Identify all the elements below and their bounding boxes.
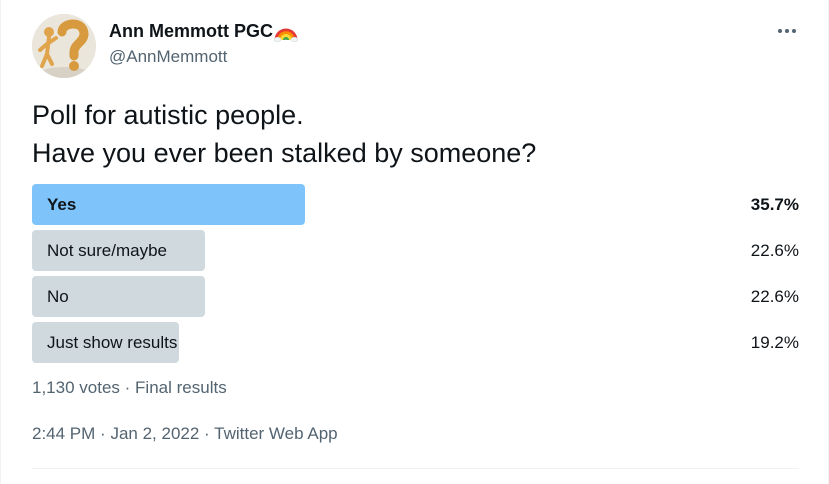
author-handle[interactable]: @AnnMemmott (109, 47, 227, 67)
tweet-text-line: Have you ever been stalked by someone? (32, 138, 537, 168)
poll-vote-count: 1,130 votes (32, 378, 120, 397)
poll: Yes 35.7% Not sure/maybe 22.6% No 22.6% … (32, 184, 799, 368)
more-options-button[interactable] (771, 18, 803, 44)
question-mark-figure-icon (32, 14, 96, 78)
poll-option-just-show-results: Just show results 19.2% (32, 322, 799, 363)
tweet-date[interactable]: Jan 2, 2022 (110, 424, 199, 443)
tweet-card: Ann Memmott PGC @AnnMemmott Poll for aut… (0, 0, 829, 484)
poll-option-percent: 35.7% (750, 195, 799, 214)
poll-option-label: Yes (47, 195, 77, 214)
separator-dot: · (100, 424, 106, 443)
author-display-name[interactable]: Ann Memmott PGC (109, 21, 273, 42)
rainbow-icon (273, 20, 299, 42)
tweet-time[interactable]: 2:44 PM (32, 424, 95, 443)
poll-option-percent: 19.2% (750, 333, 799, 352)
poll-option-percent: 22.6% (750, 287, 799, 306)
poll-option-label: Just show results (47, 333, 178, 352)
poll-option-percent: 22.6% (750, 241, 799, 260)
tweet-source[interactable]: Twitter Web App (214, 424, 337, 443)
poll-summary: 1,130 votes · Final results (32, 378, 227, 398)
poll-option-not-sure: Not sure/maybe 22.6% (32, 230, 799, 271)
tweet-text-line: Poll for autistic people. (32, 100, 304, 130)
separator-dot: · (124, 378, 131, 397)
separator-dot: · (204, 424, 210, 443)
more-horizontal-icon (778, 29, 796, 33)
poll-status: Final results (135, 378, 227, 397)
poll-option-label: No (47, 287, 69, 306)
poll-option-no: No 22.6% (32, 276, 799, 317)
poll-option-label: Not sure/maybe (47, 241, 167, 260)
tweet-timestamp-row: 2:44 PM · Jan 2, 2022 · Twitter Web App (32, 424, 338, 444)
divider (32, 468, 799, 469)
tweet-text: Poll for autistic people. Have you ever … (32, 96, 792, 172)
author-name-row[interactable]: Ann Memmott PGC (109, 20, 299, 42)
poll-option-yes: Yes 35.7% (32, 184, 799, 225)
avatar[interactable] (32, 14, 96, 78)
